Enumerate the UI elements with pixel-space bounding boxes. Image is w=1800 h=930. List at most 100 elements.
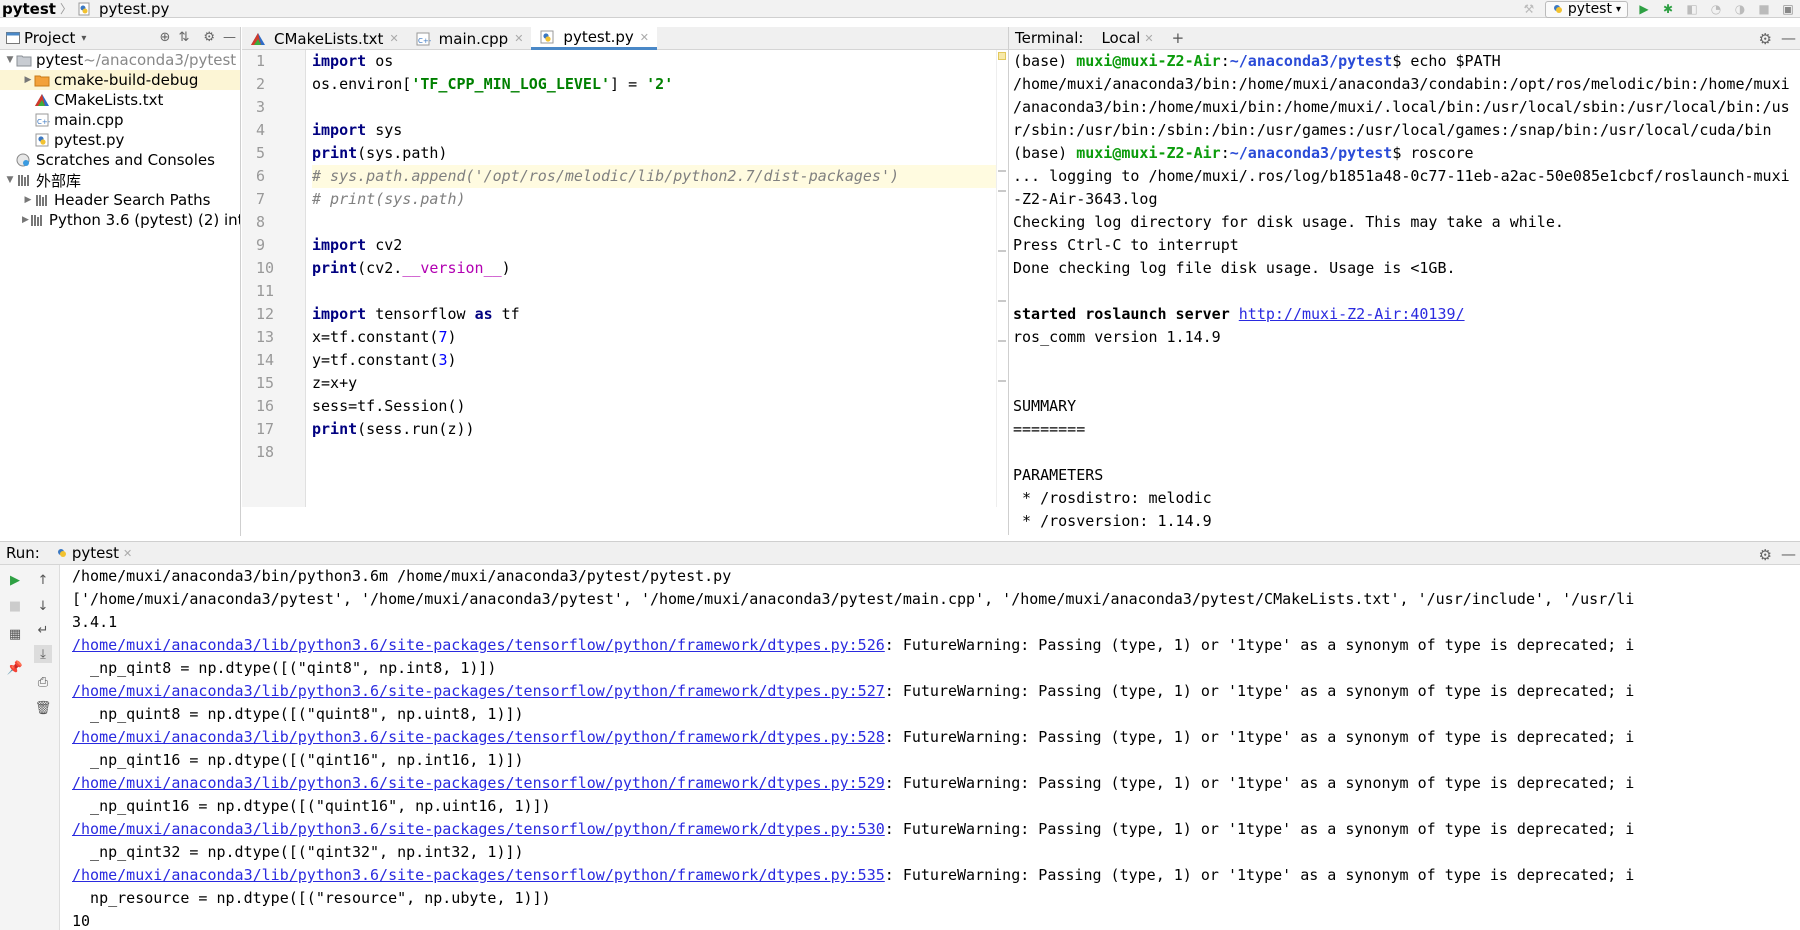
output-text: SUMMARY — [1013, 397, 1077, 415]
code-token: import — [312, 236, 367, 254]
output-text: $ echo $PATH — [1392, 52, 1501, 70]
scroll-marker[interactable] — [998, 170, 1006, 172]
output-line: r/sbin:/usr/bin:/sbin:/bin:/usr/games:/u… — [1013, 119, 1800, 142]
output-text: Checking log directory for disk usage. T… — [1013, 213, 1564, 231]
terminal-output[interactable]: (base) muxi@muxi-Z2-Air:~/anaconda3/pyte… — [1008, 50, 1800, 535]
triangle-right-icon[interactable]: ▶ — [22, 195, 34, 205]
close-icon[interactable]: ✕ — [389, 32, 398, 45]
tree-item[interactable]: pytest.py — [0, 130, 240, 150]
tree-item[interactable]: ▶ Python 3.6 (pytest) (2) inte — [0, 210, 240, 230]
line-number: 1 — [256, 52, 266, 70]
breadcrumb-project[interactable]: pytest — [0, 0, 56, 18]
output-text: : FutureWarning: Passing (type, 1) or '1… — [884, 728, 1635, 746]
output-line: started roslaunch server http://muxi-Z2-… — [1013, 303, 1800, 326]
run-tab-pytest[interactable]: pytest ✕ — [56, 544, 132, 562]
debug-bug-icon[interactable]: ✱ — [1660, 1, 1676, 17]
triangle-right-icon[interactable]: ▶ — [22, 75, 34, 85]
tree-item[interactable]: ▼ pytest ~/anaconda3/pytest — [0, 50, 240, 70]
tree-item[interactable]: ▶ Header Search Paths — [0, 190, 240, 210]
locate-target-icon[interactable]: ⊕ — [160, 30, 171, 45]
gear-icon[interactable]: ⚙ — [1759, 30, 1772, 48]
output-line: * /rosversion: 1.14.9 — [1013, 510, 1800, 533]
tree-item[interactable]: C++ main.cpp — [0, 110, 240, 130]
scroll-up-icon[interactable]: ↑ — [34, 571, 52, 589]
editor-tab[interactable]: CMakeLists.txt ✕ — [242, 27, 407, 50]
triangle-down-icon[interactable]: ▼ — [4, 175, 16, 185]
code-lines[interactable]: import os os.environ['TF_CPP_MIN_LOG_LEVE… — [312, 50, 996, 464]
tree-item[interactable]: ▶ cmake-build-debug — [0, 70, 240, 90]
collapse-all-icon[interactable]: ⇅ — [178, 30, 189, 45]
output-link[interactable]: /home/muxi/anaconda3/lib/python3.6/site-… — [72, 774, 885, 792]
pin-icon[interactable]: 📌 — [6, 659, 24, 677]
code-token: # sys.path.append('/opt/ros/melodic/lib/… — [312, 167, 899, 185]
output-link[interactable]: /home/muxi/anaconda3/lib/python3.6/site-… — [72, 728, 885, 746]
print-icon[interactable]: ⎙ — [34, 673, 52, 691]
chevron-down-icon[interactable]: ▾ — [81, 33, 86, 44]
code-token: import — [312, 52, 367, 70]
editor-tab[interactable]: C++ main.cpp ✕ — [407, 27, 532, 50]
editor-scrollbar[interactable] — [996, 50, 1008, 507]
run-icon[interactable]: ▶ — [1636, 1, 1652, 17]
minimize-icon[interactable]: — — [1781, 29, 1796, 47]
close-icon[interactable]: ✕ — [1144, 32, 1153, 45]
scroll-marker[interactable] — [998, 250, 1006, 252]
output-text: /anaconda3/bin:/home/muxi/bin:/home/muxi… — [1013, 98, 1790, 116]
output-line: _np_qint8 = np.dtype([("qint8", np.int8,… — [72, 657, 1800, 680]
profile-icon[interactable]: ◔ — [1708, 1, 1724, 17]
triangle-down-icon[interactable]: ▼ — [4, 55, 16, 65]
output-text: _np_qint16 = np.dtype([("qint16", np.int… — [72, 751, 524, 769]
stop-icon[interactable]: ■ — [1756, 1, 1772, 17]
gear-icon[interactable]: ⚙ — [1759, 546, 1772, 564]
tree-item[interactable]: CMakeLists.txt — [0, 90, 240, 110]
line-number: 12 — [256, 305, 275, 323]
scroll-marker[interactable] — [998, 340, 1006, 342]
run-console-output[interactable]: /home/muxi/anaconda3/bin/python3.6m /hom… — [72, 565, 1800, 930]
gear-icon[interactable]: ⚙ — [203, 30, 215, 45]
cpp-file-icon: C++ — [416, 32, 431, 45]
tree-item-label: pytest.py — [54, 131, 125, 149]
output-link[interactable]: /home/muxi/anaconda3/lib/python3.6/site-… — [72, 820, 885, 838]
terminal-tab-local[interactable]: Local ✕ — [1101, 29, 1153, 47]
close-icon[interactable]: ✕ — [123, 547, 132, 560]
close-icon[interactable]: ✕ — [640, 31, 649, 44]
tree-item-label: pytest — [36, 51, 84, 69]
minimize-icon[interactable]: — — [1781, 545, 1796, 563]
run-config-selector[interactable]: pytest ▾ — [1544, 0, 1628, 18]
editor-tab[interactable]: pytest.py ✕ — [531, 27, 658, 50]
run-toolbar: ▶ ■ ▦ 📌 ↑ ↓ ↵ ⤓ ⎙ 🗑 — [0, 565, 60, 930]
minimize-icon[interactable]: — — [223, 30, 236, 45]
code-token: ) — [447, 328, 457, 346]
run-panel-title: Run: — [6, 544, 40, 562]
triangle-right-icon[interactable]: ▶ — [22, 215, 29, 225]
scroll-marker[interactable] — [998, 300, 1006, 302]
project-panel-title[interactable]: Project — [24, 29, 75, 47]
coverage-icon[interactable]: ◧ — [1684, 1, 1700, 17]
rerun-icon[interactable]: ▶ — [6, 571, 24, 589]
output-link[interactable]: /home/muxi/anaconda3/lib/python3.6/site-… — [72, 682, 885, 700]
scroll-down-icon[interactable]: ↓ — [34, 597, 52, 615]
add-terminal-icon[interactable]: + — [1172, 29, 1185, 47]
line-number: 15 — [256, 374, 275, 392]
concurrency-icon[interactable]: ◑ — [1732, 1, 1748, 17]
tree-item[interactable]: ▼ 外部库 — [0, 170, 240, 190]
output-link[interactable]: /home/muxi/anaconda3/lib/python3.6/site-… — [72, 636, 885, 654]
scroll-marker[interactable] — [998, 190, 1006, 192]
run-panel-header: Run: pytest ✕ ⚙ — — [0, 541, 1800, 565]
code-editor[interactable]: 1 2 3 4 5 6 7 8 9 10 11 12 13 14 15 16 17 18 import os os.… — [242, 50, 1008, 507]
stop-icon[interactable]: ■ — [6, 597, 24, 615]
trash-icon[interactable]: 🗑 — [34, 699, 52, 717]
line-number: 8 — [256, 213, 266, 231]
output-link[interactable]: http://muxi-Z2-Air:40139/ — [1239, 305, 1465, 323]
scroll-to-end-icon[interactable]: ⤓ — [34, 645, 52, 663]
close-icon[interactable]: ✕ — [514, 32, 523, 45]
layout-icon[interactable]: ▣ — [1780, 1, 1796, 17]
inspection-indicator[interactable] — [998, 52, 1006, 60]
soft-wrap-icon[interactable]: ↵ — [34, 621, 52, 639]
layout-icon[interactable]: ▦ — [6, 625, 24, 643]
breadcrumb-file[interactable]: pytest.py — [76, 0, 169, 18]
output-link[interactable]: /home/muxi/anaconda3/lib/python3.6/site-… — [72, 866, 885, 884]
tree-item[interactable]: Scratches and Consoles — [0, 150, 240, 170]
scroll-marker[interactable] — [998, 380, 1006, 382]
build-hammer-icon[interactable]: ⚒ — [1521, 1, 1537, 17]
